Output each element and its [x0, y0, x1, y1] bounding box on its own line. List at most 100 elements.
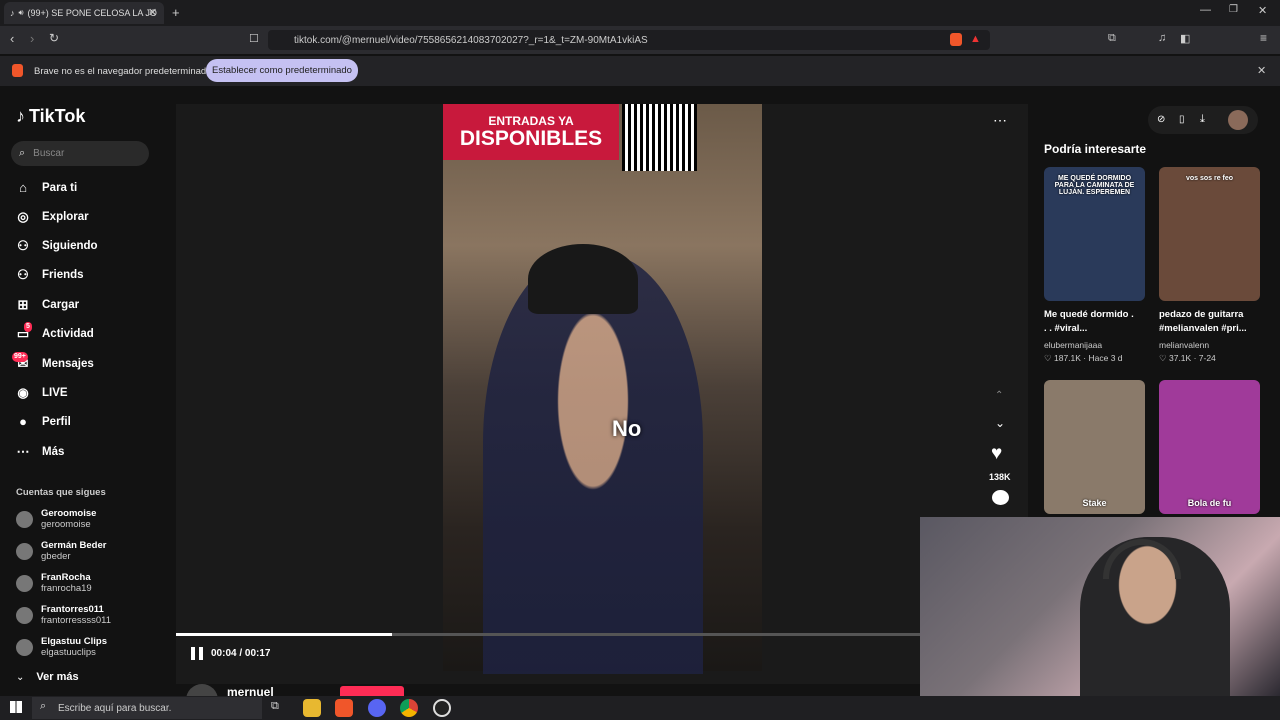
brave-browser-icon[interactable]: [335, 699, 353, 717]
person-silhouette: [483, 254, 703, 674]
sidebar-toggle-icon[interactable]: ◧: [1180, 32, 1190, 45]
infobar-close-icon[interactable]: ✕: [1257, 64, 1266, 77]
windows-start-icon[interactable]: [10, 701, 22, 713]
minimize-button[interactable]: —: [1200, 4, 1211, 16]
address-bar[interactable]: tiktok.com/@mernuel/video/75586562140837…: [268, 30, 990, 50]
nav-item-cargar[interactable]: ⊞ Cargar: [16, 298, 80, 312]
tiktok-logo[interactable]: ♪ TikTok: [16, 106, 85, 127]
rec-header: Podría interesarte: [1044, 142, 1147, 156]
followed-account[interactable]: Geroomoise geroomoise: [16, 508, 96, 530]
avatar-icon: ●: [19, 414, 27, 429]
nav-item-actividad[interactable]: 5 ▭ Actividad: [16, 322, 94, 341]
back-icon[interactable]: ‹: [10, 31, 14, 46]
rec-title[interactable]: pedazo de guitarra #melianvalen #pri...: [1159, 308, 1265, 336]
beanie: [528, 244, 638, 314]
nav-item-perfil[interactable]: ● Perfil: [16, 415, 71, 429]
tab-close-icon[interactable]: ✕: [148, 6, 157, 19]
menu-icon[interactable]: ≡: [1260, 31, 1267, 45]
chevron-down-icon: ⌄: [16, 671, 25, 683]
brave-shield-icon[interactable]: [950, 33, 962, 46]
rec-stats: ♡ 187.1K · Hace 3 d: [1044, 353, 1123, 364]
see-more-button[interactable]: ⌄ Ver más: [16, 671, 79, 683]
chevron-down-icon[interactable]: ⌄: [995, 416, 1005, 430]
chrome-icon[interactable]: [400, 699, 418, 717]
recommended-video[interactable]: Bola de fu: [1159, 380, 1260, 514]
tickets-banner: ENTRADAS YA DISPONIBLES: [443, 104, 619, 160]
account-username: frantorressss011: [41, 615, 112, 626]
followed-account[interactable]: Elgastuu Clips elgastuuclips: [16, 636, 107, 658]
nav-item-siguiendo[interactable]: ⚇ Siguiendo: [16, 238, 97, 253]
rec-likes: 37.1K: [1168, 353, 1192, 363]
browser-tab[interactable]: ♪ 🔊︎ (99+) SE PONE CELOSA LA JO: [4, 2, 164, 24]
heart-icon: ♡: [1044, 353, 1054, 363]
like-button[interactable]: ♥: [991, 443, 1002, 465]
avatar: [16, 510, 33, 528]
followed-account[interactable]: Frantorres011 frantorressss011: [16, 604, 111, 626]
compass-icon[interactable]: ⊘: [1157, 114, 1165, 125]
nav-item-explorar[interactable]: ◎ Explorar: [16, 210, 88, 224]
avatar: [16, 606, 33, 624]
file-explorer-icon[interactable]: [303, 699, 321, 717]
account-name: FranRocha: [41, 572, 91, 583]
phone-icon[interactable]: ▯: [1179, 114, 1185, 125]
bookmark-icon[interactable]: ☐: [249, 32, 259, 45]
reload-icon[interactable]: ↻: [49, 31, 59, 45]
maximize-button[interactable]: ❐: [1229, 4, 1238, 15]
speaker-icon: 🔊︎: [18, 8, 24, 17]
home-icon: ⌂: [19, 180, 27, 195]
video-frame[interactable]: [443, 104, 762, 674]
account-name: Germán Beder: [41, 540, 107, 551]
following-icon: ⚇: [17, 238, 29, 253]
forward-icon[interactable]: ›: [30, 31, 34, 46]
recommended-video[interactable]: vos sos re feo: [1159, 167, 1260, 301]
nav-item-más[interactable]: ⋯ Más: [16, 445, 65, 459]
task-view-icon[interactable]: ⧉: [271, 700, 279, 713]
followed-account[interactable]: Germán Beder gbeder: [16, 540, 106, 562]
rec-author[interactable]: melianvalenn: [1159, 340, 1209, 350]
media-icon[interactable]: ♫: [1158, 32, 1166, 44]
obs-icon[interactable]: [433, 699, 451, 717]
search-icon: ⌕: [19, 147, 26, 159]
set-default-button[interactable]: Establecer como predeterminado: [206, 59, 358, 82]
account-text: Germán Beder gbeder: [41, 540, 106, 562]
thumbnail-overlay-text: Bola de fu: [1187, 498, 1232, 508]
chevron-up-icon[interactable]: ⌃: [995, 390, 1003, 401]
brave-rewards-icon[interactable]: ▲: [970, 33, 981, 45]
recommended-video[interactable]: Stake: [1044, 380, 1145, 514]
nav-item-label: Cargar: [42, 299, 80, 311]
nav-item-live[interactable]: ◉ LIVE: [16, 386, 67, 400]
nav-item-friends[interactable]: ⚇ Friends: [16, 268, 83, 282]
rec-title-line: . . #viral...: [1044, 323, 1088, 334]
recommended-video[interactable]: ME QUEDÉ DORMIDO PARA LA CAMINATA DE LUJ…: [1044, 167, 1145, 301]
more-options-icon[interactable]: ⋯: [993, 112, 1007, 129]
account-text: Elgastuu Clips elgastuuclips: [41, 636, 107, 658]
followed-account[interactable]: FranRocha franrocha19: [16, 572, 92, 594]
pause-icon[interactable]: [191, 647, 203, 660]
rec-title[interactable]: Me quedé dormido . . . #viral...: [1044, 308, 1150, 336]
tiktok-favicon-icon: ♪: [10, 8, 15, 18]
nav-item-label: Perfil: [42, 416, 71, 428]
nav-item-label: Para ti: [42, 182, 78, 194]
comment-icon[interactable]: [992, 490, 1009, 505]
account-text: Frantorres011 frantorressss011: [41, 604, 111, 626]
follow-button[interactable]: [340, 686, 404, 696]
profile-avatar-icon[interactable]: [1228, 110, 1248, 130]
account-username: elgastuuclips: [41, 647, 96, 658]
download-icon[interactable]: ⤓: [1200, 113, 1205, 126]
url-text: tiktok.com/@mernuel/video/75586562140837…: [294, 34, 648, 46]
taskbar-search[interactable]: Escribe aquí para buscar.: [32, 697, 262, 719]
qr-code: [622, 104, 697, 171]
progress-fill: [176, 633, 392, 636]
account-username: franrocha19: [41, 583, 92, 594]
banner-line1: ENTRADAS YA: [488, 114, 574, 128]
close-window-button[interactable]: ✕: [1258, 4, 1267, 17]
nav-item-mensajes[interactable]: 99+ ✉ Mensajes: [12, 352, 94, 371]
extensions-icon[interactable]: ⧉: [1108, 32, 1116, 45]
rec-date: 7-24: [1198, 353, 1216, 363]
nav-item-para-ti[interactable]: ⌂ Para ti: [16, 181, 77, 195]
rec-author[interactable]: elubermanijaaa: [1044, 340, 1102, 350]
discord-icon[interactable]: [368, 699, 386, 717]
like-count: 138K: [989, 472, 1011, 482]
new-tab-button[interactable]: +: [172, 5, 180, 20]
search-input[interactable]: ⌕ Buscar: [11, 141, 149, 166]
